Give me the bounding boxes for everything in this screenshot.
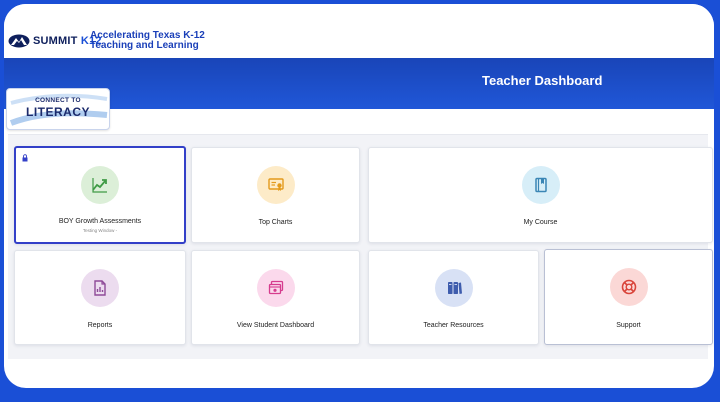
- card-label: Reports: [87, 322, 113, 329]
- binders-icon: [434, 269, 473, 307]
- card-label: My Course: [523, 219, 558, 226]
- lock-icon: [22, 154, 28, 162]
- badge-top-text: CONNECT TO: [35, 97, 81, 104]
- card-label: Top Charts: [258, 219, 293, 226]
- summit-k12-logo[interactable]: SUMMIT K12: [8, 34, 102, 48]
- certificate-icon: [256, 166, 295, 204]
- card-label: Teacher Resources: [423, 322, 484, 329]
- page-header: Teacher Dashboard: [4, 58, 714, 109]
- brand-tagline: Accelerating Texas K-12 Teaching and Lea…: [90, 31, 205, 51]
- dashboard-icon: [256, 269, 295, 307]
- page-title: Teacher Dashboard: [482, 73, 603, 88]
- card-label: Support: [616, 322, 641, 329]
- badge-main-text: LITERACY: [26, 105, 90, 119]
- card-teacher-resources[interactable]: Teacher Resources: [368, 250, 539, 345]
- card-my-course[interactable]: My Course: [368, 147, 713, 243]
- card-view-student-dashboard[interactable]: View Student Dashboard: [191, 250, 360, 345]
- lifebuoy-icon: [609, 268, 648, 306]
- report-icon: [81, 269, 119, 307]
- card-sublabel: Testing Window -: [82, 228, 118, 233]
- brand-bar: SUMMIT K12 Accelerating Texas K-12 Teach…: [4, 4, 714, 58]
- tagline-line-2: Teaching and Learning: [90, 40, 199, 51]
- connect-to-literacy-logo[interactable]: CONNECT TO LITERACY: [6, 88, 110, 130]
- card-label: View Student Dashboard: [236, 322, 315, 329]
- card-top-charts[interactable]: Top Charts: [191, 147, 360, 243]
- card-label: BOY Growth Assessments: [58, 218, 142, 225]
- app-frame: SUMMIT K12 Accelerating Texas K-12 Teach…: [4, 4, 714, 388]
- card-boy-growth-assessments[interactable]: BOY Growth Assessments Testing Window -: [14, 146, 186, 244]
- book-icon: [521, 166, 560, 204]
- card-support[interactable]: Support: [544, 249, 713, 345]
- mountain-logo-icon: [8, 34, 30, 48]
- card-reports[interactable]: Reports: [14, 250, 186, 345]
- chart-line-icon: [81, 166, 119, 204]
